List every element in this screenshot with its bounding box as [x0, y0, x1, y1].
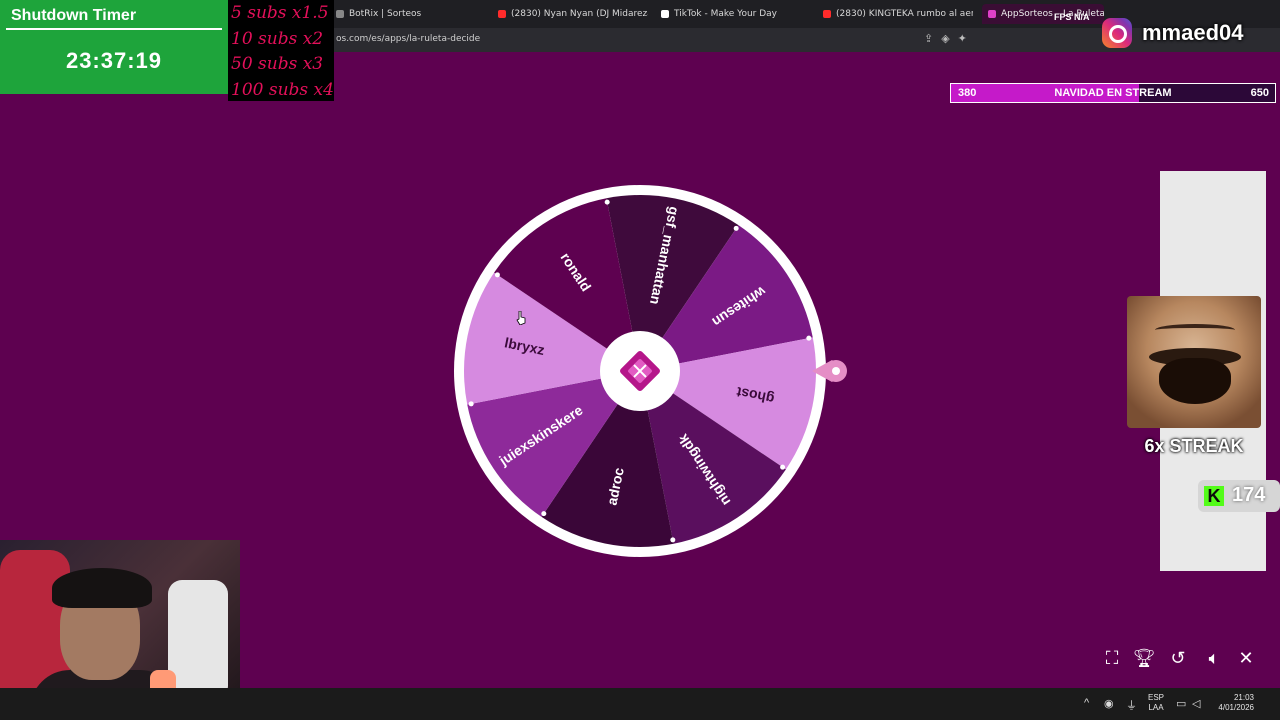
- tray-chevron-icon[interactable]: ^: [1084, 697, 1089, 709]
- network-icon[interactable]: ◉: [1104, 697, 1114, 710]
- stream-goal-bar: 380 NAVIDAD EN STREAM 650: [950, 83, 1276, 103]
- goal-title: NAVIDAD EN STREAM: [1054, 87, 1172, 99]
- subs-multiplier-item: 10 subs x2: [231, 29, 324, 49]
- instagram-badge: mmaed04: [1096, 10, 1276, 56]
- language-bottom: LAA: [1148, 703, 1164, 712]
- hand-cursor-icon: [516, 311, 526, 325]
- volume-icon[interactable]: 🔈︎: [1202, 646, 1226, 670]
- wheel-peg-dot: [468, 401, 474, 407]
- streak-meme-image: [1127, 296, 1261, 428]
- taskbar-clock[interactable]: 21:03 4/01/2026: [1212, 693, 1254, 713]
- kick-count: 174: [1232, 484, 1266, 506]
- language-indicator[interactable]: ESP LAA: [1148, 693, 1164, 713]
- timer-divider: [6, 28, 222, 30]
- subs-multiplier-item: 5 subs x1.5: [231, 3, 329, 23]
- wheel-peg-dot: [670, 537, 676, 543]
- display-icon[interactable]: ▭: [1176, 697, 1186, 710]
- fullscreen-icon[interactable]: ⛶: [1100, 646, 1124, 670]
- instagram-icon: [1102, 18, 1132, 48]
- wheel-peg-dot: [541, 511, 547, 517]
- shutdown-timer-widget: Shutdown Timer 23:37:19: [0, 0, 228, 94]
- wheel-peg-dot: [806, 335, 812, 341]
- kick-logo-icon: K: [1204, 486, 1224, 506]
- meme-mouth: [1159, 358, 1231, 404]
- volume-tray-icon[interactable]: ◁: [1192, 697, 1200, 710]
- clock-date: 4/01/2026: [1218, 703, 1254, 712]
- wheel-peg-dot: [604, 199, 610, 205]
- wheel-peg-dot: [733, 225, 739, 231]
- kick-viewer-count: K 174: [1198, 480, 1280, 512]
- trophy-icon[interactable]: 🏆︎: [1132, 646, 1156, 670]
- meme-eyes: [1155, 324, 1235, 336]
- wheel-peg-dot: [780, 464, 786, 470]
- language-top: ESP: [1148, 693, 1165, 702]
- clock-time: 21:03: [1233, 693, 1254, 702]
- close-icon[interactable]: ✕: [1234, 646, 1258, 670]
- goal-target: 650: [1250, 87, 1269, 99]
- webcam-person-hair: [52, 568, 152, 608]
- subs-multiplier-item: 100 subs x4: [231, 80, 334, 100]
- wheel-peg-dot: [494, 272, 500, 278]
- streak-label: 6x STREAK: [1144, 436, 1244, 456]
- webcam-background: [168, 580, 228, 700]
- subs-multiplier-item: 50 subs x3: [231, 54, 324, 74]
- taskbar: ^ ◉ ⏚ ESP LAA ▭ ◁ 21:03 4/01/2026: [0, 688, 1280, 720]
- mic-icon[interactable]: ⏚: [1126, 697, 1137, 713]
- instagram-handle: mmaed04: [1142, 20, 1244, 45]
- subs-multiplier-list: 5 subs x1.5 10 subs x2 50 subs x3 100 su…: [228, 0, 334, 101]
- timer-title: Shutdown Timer: [11, 7, 137, 24]
- reset-icon[interactable]: ↺: [1166, 646, 1190, 670]
- timer-value: 23:37:19: [65, 48, 163, 73]
